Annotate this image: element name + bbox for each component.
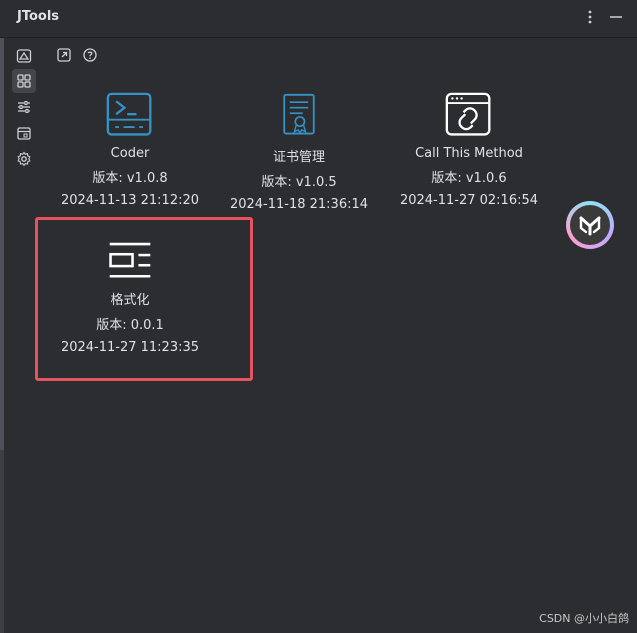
plugin-date: 2024-11-13 21:12:20 [60, 193, 200, 208]
plugin-name: Coder [110, 146, 150, 161]
left-scrollbar[interactable] [0, 38, 4, 633]
scrollbar-thumb[interactable] [0, 38, 4, 450]
plugin-date: 2024-11-27 11:23:35 [60, 340, 200, 355]
window-title: JTools [17, 9, 60, 24]
calendar-icon [17, 127, 31, 140]
grid-icon [17, 74, 31, 88]
plugin-date: 2024-11-27 02:16:54 [399, 193, 539, 208]
plugin-name: 格式化 [110, 293, 150, 308]
plugin-card-format[interactable]: 格式化 版本: 0.0.1 2024-11-27 11:23:35 [45, 239, 215, 355]
sidebar-item-settings-sliders[interactable] [12, 95, 36, 119]
plugin-card-certificate[interactable]: 证书管理 版本: v1.0.5 2024-11-18 21:36:14 [214, 92, 384, 212]
plugin-name: Call This Method [415, 146, 523, 161]
open-external-icon[interactable] [55, 46, 73, 64]
plugin-version: 版本: v1.0.6 [431, 171, 507, 186]
floating-assistant-button[interactable] [566, 201, 614, 249]
plugin-version: 版本: v1.0.8 [92, 171, 168, 186]
format-icon [109, 242, 151, 278]
title-bar: JTools [0, 0, 637, 38]
more-vertical-icon[interactable] [581, 8, 599, 26]
sidebar-item-calendar[interactable] [12, 121, 36, 145]
minimize-icon[interactable] [607, 8, 625, 26]
certificate-icon [283, 93, 315, 135]
browser-link-icon [445, 92, 491, 136]
plugin-card-call-this-method[interactable]: Call This Method 版本: v1.0.6 2024-11-27 0… [384, 92, 554, 208]
home-icon [16, 49, 32, 63]
plugin-version: 版本: 0.0.1 [96, 318, 164, 333]
sidebar-item-gear[interactable] [12, 147, 36, 171]
plugin-name: 证书管理 [272, 150, 325, 165]
sidebar-item-home[interactable] [12, 44, 36, 68]
terminal-icon [106, 92, 152, 136]
watermark: CSDN @小小白鸽 [539, 612, 629, 625]
sliders-icon [18, 101, 30, 113]
gear-icon [17, 151, 31, 167]
help-icon[interactable] [81, 46, 99, 64]
plugin-date: 2024-11-18 21:36:14 [229, 197, 369, 212]
assistant-logo-icon [579, 216, 601, 236]
plugin-card-coder[interactable]: Coder 版本: v1.0.8 2024-11-13 21:12:20 [45, 92, 215, 208]
sidebar-item-grid[interactable] [12, 69, 36, 93]
plugin-version: 版本: v1.0.5 [261, 175, 337, 190]
